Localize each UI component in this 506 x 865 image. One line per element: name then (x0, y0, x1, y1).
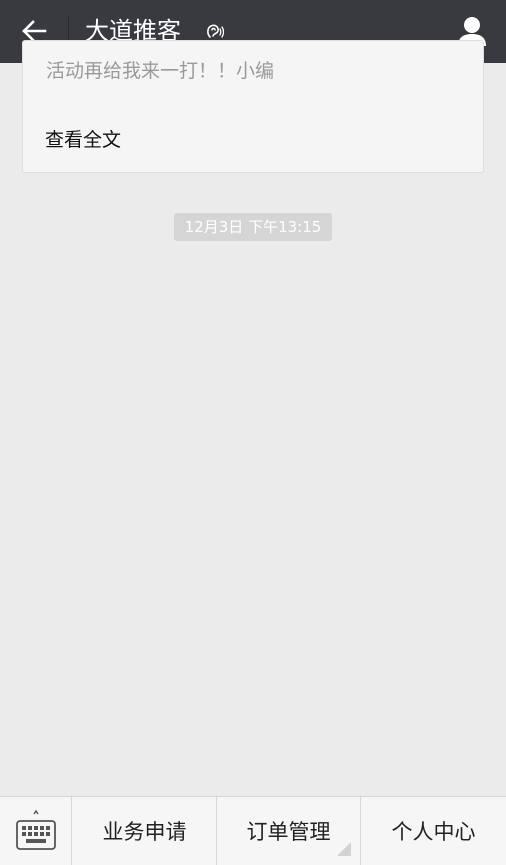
menu-label: 个人中心 (391, 820, 476, 844)
menu-label: 订单管理 (246, 820, 331, 844)
article-card[interactable]: 活动再给我来一打！！小编 查看全文 (22, 40, 484, 173)
read-more-link[interactable]: 查看全文 (45, 125, 121, 152)
menu-personal-center[interactable]: 个人中心 (361, 797, 506, 865)
keyboard-icon (16, 809, 56, 850)
menu-label: 业务申请 (102, 820, 187, 844)
ear-icon[interactable] (204, 21, 224, 41)
back-arrow-icon (22, 20, 47, 42)
article-excerpt: 活动再给我来一打！！小编 (46, 60, 275, 82)
bottom-menu-bar: 业务申请 订单管理 个人中心 (0, 796, 506, 865)
submenu-indicator-icon (337, 842, 351, 856)
keyboard-toggle-button[interactable] (0, 797, 72, 865)
menu-order-management[interactable]: 订单管理 (217, 797, 361, 865)
menu-business-apply[interactable]: 业务申请 (73, 797, 217, 865)
message-timestamp: 12月3日 下午13:15 (174, 213, 332, 241)
